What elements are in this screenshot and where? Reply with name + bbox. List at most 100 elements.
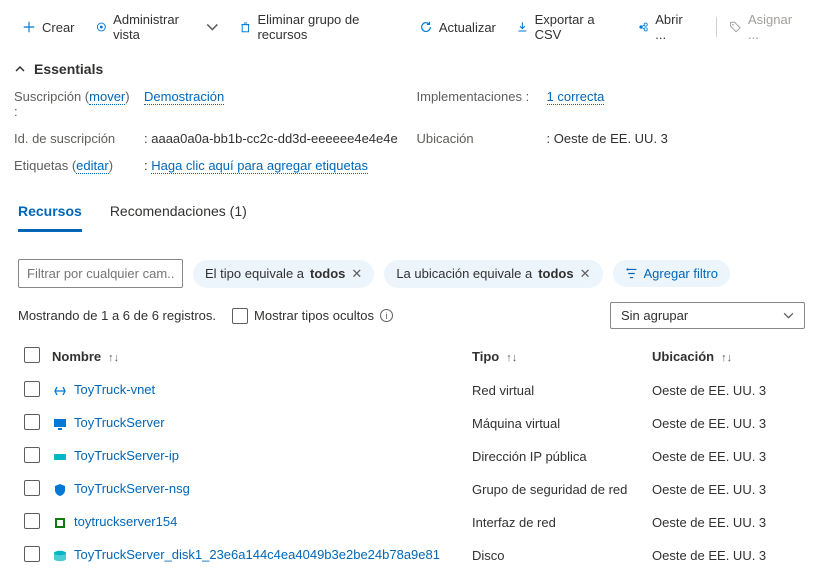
sort-icon: ↑↓ [105, 352, 119, 364]
row-checkbox[interactable] [24, 447, 40, 463]
col-location[interactable]: Ubicación ↑↓ [646, 339, 805, 374]
tabs: Recursos Recomendaciones (1) [0, 183, 823, 233]
info-icon[interactable]: i [380, 309, 393, 322]
assign-label: Asignar ... [748, 12, 801, 42]
tab-resources[interactable]: Recursos [18, 203, 82, 232]
resource-icon [52, 515, 68, 531]
resource-location: Oeste de EE. UU. 3 [646, 539, 805, 572]
resource-icon [52, 416, 68, 432]
resource-type: Máquina virtual [466, 407, 646, 440]
resource-type: Dirección IP pública [466, 440, 646, 473]
type-filter-pill[interactable]: El tipo equivale a todos ✕ [193, 260, 374, 288]
export-csv-button[interactable]: Exportar a CSV [508, 8, 625, 46]
resource-type: Grupo de seguridad de red [466, 473, 646, 506]
essentials-panel: Suscripción (mover) : Demostración Imple… [0, 83, 823, 183]
essentials-title: Essentials [34, 61, 103, 77]
resource-location: Oeste de EE. UU. 3 [646, 374, 805, 407]
table-row: ToyTruckServer Máquina virtual Oeste de … [18, 407, 805, 440]
tag-icon [729, 20, 742, 34]
sort-icon: ↑↓ [503, 352, 517, 364]
row-checkbox[interactable] [24, 513, 40, 529]
resource-location: Oeste de EE. UU. 3 [646, 506, 805, 539]
resource-icon [52, 383, 68, 399]
delete-group-button[interactable]: Eliminar grupo de recursos [231, 8, 407, 46]
resource-icon [52, 482, 68, 498]
close-icon[interactable]: ✕ [580, 266, 591, 282]
show-hidden-label: Mostrar tipos ocultos [254, 308, 374, 323]
open-button[interactable]: Abrir ... [629, 8, 702, 46]
create-button[interactable]: Crear [14, 16, 83, 39]
divider [716, 17, 717, 37]
resource-location: Oeste de EE. UU. 3 [646, 473, 805, 506]
command-bar: Crear Administrar vista Eliminar grupo d… [0, 0, 823, 55]
assign-button: Asignar ... [721, 8, 809, 46]
table-row: ToyTruckServer-ip Dirección IP pública O… [18, 440, 805, 473]
resources-table: Nombre ↑↓ Tipo ↑↓ Ubicación ↑↓ ToyTruck-… [18, 339, 805, 572]
resource-icon [52, 449, 68, 465]
manage-view-button[interactable]: Administrar vista [87, 8, 227, 46]
edit-tags-link[interactable]: editar [76, 158, 109, 174]
open-label: Abrir ... [655, 12, 693, 42]
tags-label: Etiquetas (editar) [14, 158, 134, 173]
col-name[interactable]: Nombre ↑↓ [46, 339, 466, 374]
filter-icon [625, 267, 638, 280]
location-filter-pill[interactable]: La ubicación equivale a todos ✕ [384, 260, 602, 288]
resource-type: Disco [466, 539, 646, 572]
resource-link[interactable]: ToyTruckServer-nsg [74, 481, 190, 496]
resource-link[interactable]: toytruckserver154 [74, 514, 177, 529]
chevron-down-icon [206, 20, 219, 34]
table-row: toytruckserver154 Interfaz de red Oeste … [18, 506, 805, 539]
resource-icon [52, 548, 68, 564]
chevron-down-icon [783, 310, 794, 321]
tab-recommendations[interactable]: Recomendaciones (1) [110, 203, 247, 232]
subscription-label: Suscripción (mover) : [14, 89, 134, 119]
location-value: : Oeste de EE. UU. 3 [547, 131, 810, 146]
export-label: Exportar a CSV [535, 12, 617, 42]
resource-link[interactable]: ToyTruckServer [74, 415, 165, 430]
refresh-button[interactable]: Actualizar [411, 16, 504, 39]
add-tags-link[interactable]: Haga clic aquí para agregar etiquetas [151, 158, 368, 174]
open-icon [637, 20, 650, 34]
resource-link[interactable]: ToyTruckServer_disk1_23e6a144c4ea4049b3e… [74, 547, 440, 562]
refresh-icon [419, 20, 433, 34]
list-meta: Mostrando de 1 a 6 de 6 registros. Mostr… [0, 298, 823, 339]
row-checkbox[interactable] [24, 414, 40, 430]
move-link[interactable]: mover [89, 89, 125, 105]
select-all-checkbox[interactable] [24, 347, 40, 363]
row-checkbox[interactable] [24, 546, 40, 562]
gear-icon [95, 20, 108, 34]
subscription-id-value: : aaaa0a0a-bb1b-cc2c-dd3d-eeeeee4e4e4e [144, 131, 407, 146]
subscription-link[interactable]: Demostración [144, 89, 224, 105]
manage-view-label: Administrar vista [113, 12, 200, 42]
create-label: Crear [42, 20, 75, 35]
col-type[interactable]: Tipo ↑↓ [466, 339, 646, 374]
essentials-toggle[interactable]: Essentials [0, 55, 823, 83]
download-icon [516, 20, 529, 34]
table-row: ToyTruckServer_disk1_23e6a144c4ea4049b3e… [18, 539, 805, 572]
trash-icon [239, 20, 252, 34]
record-count: Mostrando de 1 a 6 de 6 registros. [18, 308, 216, 323]
table-row: ToyTruckServer-nsg Grupo de seguridad de… [18, 473, 805, 506]
resource-link[interactable]: ToyTruckServer-ip [74, 448, 179, 463]
chevron-up-icon [14, 63, 26, 75]
location-label: Ubicación [417, 131, 537, 146]
resource-type: Red virtual [466, 374, 646, 407]
group-by-select[interactable]: Sin agrupar [610, 302, 805, 329]
show-hidden-checkbox[interactable] [232, 308, 248, 324]
delete-group-label: Eliminar grupo de recursos [257, 12, 398, 42]
row-checkbox[interactable] [24, 480, 40, 496]
add-filter-button[interactable]: Agregar filtro [613, 260, 730, 287]
close-icon[interactable]: ✕ [351, 266, 362, 282]
deployments-link[interactable]: 1 correcta [547, 89, 605, 105]
row-checkbox[interactable] [24, 381, 40, 397]
resource-link[interactable]: ToyTruck-vnet [74, 382, 155, 397]
subscription-id-label: Id. de suscripción [14, 131, 134, 146]
plus-icon [22, 20, 36, 34]
resource-type: Interfaz de red [466, 506, 646, 539]
table-row: ToyTruck-vnet Red virtual Oeste de EE. U… [18, 374, 805, 407]
sort-icon: ↑↓ [718, 352, 732, 364]
filter-input[interactable] [18, 259, 183, 288]
refresh-label: Actualizar [439, 20, 496, 35]
resource-location: Oeste de EE. UU. 3 [646, 407, 805, 440]
filter-bar: El tipo equivale a todos ✕ La ubicación … [0, 233, 823, 298]
